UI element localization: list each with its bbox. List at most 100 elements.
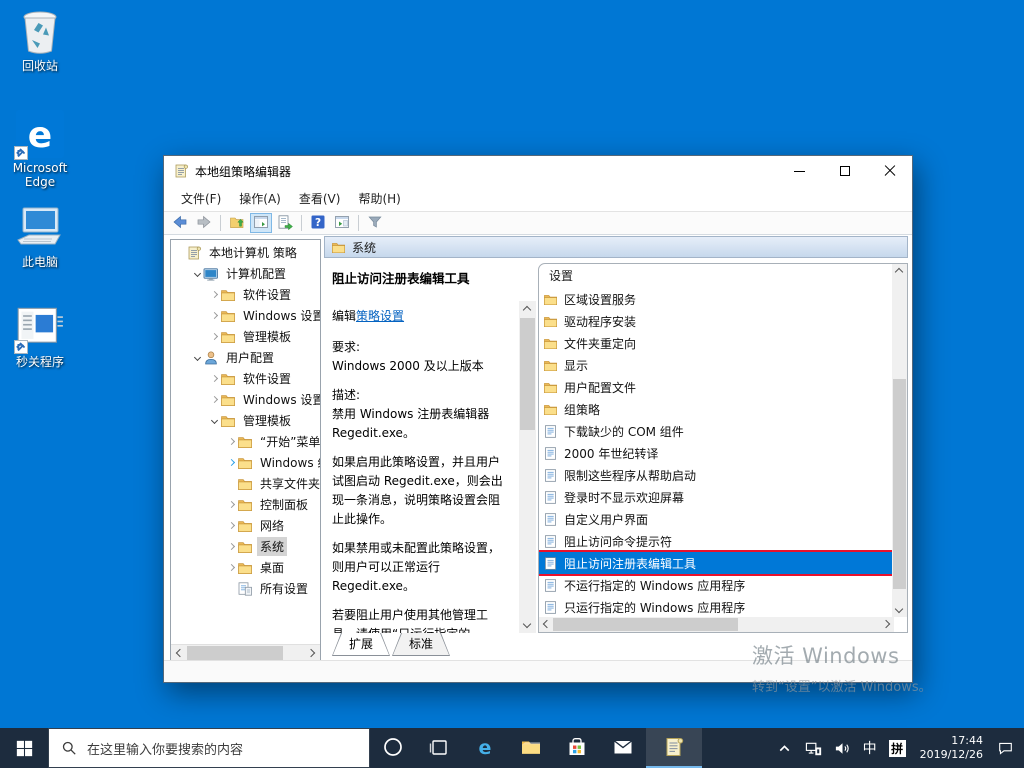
tree-item[interactable]: 软件设置: [171, 368, 320, 389]
cortana-taskbar-button[interactable]: [370, 728, 416, 768]
tree-item[interactable]: 本地计算机 策略: [171, 242, 320, 263]
expander-right-icon[interactable]: [225, 500, 237, 509]
expander-right-icon[interactable]: [208, 311, 220, 320]
microsoft-edge-desktop-icon[interactable]: e Microsoft Edge: [6, 110, 74, 189]
settings-item[interactable]: 区域设置服务: [539, 288, 892, 310]
filter-button[interactable]: [364, 213, 386, 233]
tree-item[interactable]: 网络: [171, 515, 320, 536]
console-tree-button[interactable]: [250, 213, 272, 233]
scroll-down-icon[interactable]: [522, 619, 532, 629]
task-view-taskbar-button[interactable]: [416, 728, 462, 768]
settings-item[interactable]: 组策略: [539, 398, 892, 420]
tab-extended[interactable]: 扩展: [332, 633, 390, 656]
tree-item[interactable]: 所有设置: [171, 578, 320, 599]
ime-language-indicator[interactable]: 中: [857, 728, 883, 768]
expander-right-blue-icon[interactable]: [225, 458, 237, 467]
back-button[interactable]: [169, 213, 191, 233]
folder-up-button[interactable]: [226, 213, 248, 233]
recycle-bin-desktop-icon[interactable]: 回收站: [6, 8, 74, 73]
expander-right-icon[interactable]: [225, 542, 237, 551]
tree-item[interactable]: 控制面板: [171, 494, 320, 515]
tree-item[interactable]: 计算机配置: [171, 263, 320, 284]
tree-item[interactable]: 共享文件夹: [171, 473, 320, 494]
menu-item[interactable]: 帮助(H): [349, 186, 409, 211]
this-pc-desktop-icon[interactable]: 此电脑: [6, 204, 74, 269]
settings-item[interactable]: 文件夹重定向: [539, 332, 892, 354]
tree-item[interactable]: Windows 设置: [171, 305, 320, 326]
tray-overflow-button[interactable]: [770, 728, 799, 768]
scroll-left-icon[interactable]: [542, 619, 552, 629]
description-scrollbar[interactable]: [519, 301, 536, 633]
tree-item[interactable]: 系统: [171, 536, 320, 557]
settings-item[interactable]: 驱动程序安装: [539, 310, 892, 332]
scrollbar-thumb[interactable]: [520, 318, 535, 430]
settings-item[interactable]: 2000 年世纪转译: [539, 442, 892, 464]
settings-item[interactable]: 下载缺少的 COM 组件: [539, 420, 892, 442]
scroll-right-icon[interactable]: [881, 619, 891, 629]
edge-taskbar-button[interactable]: e: [462, 728, 508, 768]
gpedit-taskbar-button[interactable]: [646, 728, 702, 768]
tree-item[interactable]: 软件设置: [171, 284, 320, 305]
new-window-button[interactable]: [331, 213, 353, 233]
scroll-right-icon[interactable]: [306, 648, 316, 658]
network-icon[interactable]: [799, 728, 828, 768]
settings-item-selected[interactable]: 阻止访问注册表编辑工具: [539, 552, 892, 574]
settings-item[interactable]: 用户配置文件: [539, 376, 892, 398]
scrollbar-thumb[interactable]: [893, 379, 906, 589]
scroll-up-icon[interactable]: [522, 305, 532, 315]
menu-item[interactable]: 查看(V): [290, 186, 350, 211]
scroll-left-icon[interactable]: [175, 648, 185, 658]
tree-item[interactable]: Windows 设置: [171, 389, 320, 410]
expander-down-icon[interactable]: [191, 269, 203, 278]
expander-right-icon[interactable]: [225, 563, 237, 572]
scrollbar-thumb[interactable]: [553, 618, 738, 631]
close-button[interactable]: [867, 156, 912, 186]
expander-down-icon[interactable]: [208, 416, 220, 425]
tree-item[interactable]: 用户配置: [171, 347, 320, 368]
settings-item[interactable]: 不运行指定的 Windows 应用程序: [539, 574, 892, 596]
export-list-button[interactable]: [274, 213, 296, 233]
expander-right-icon[interactable]: [208, 395, 220, 404]
tree-item[interactable]: 管理模板: [171, 326, 320, 347]
taskbar-search-box[interactable]: 在这里输入你要搜索的内容: [48, 728, 370, 768]
program-window-desktop-icon[interactable]: 秒关程序: [6, 304, 74, 369]
expander-right-icon[interactable]: [208, 290, 220, 299]
expander-right-icon[interactable]: [208, 332, 220, 341]
settings-item[interactable]: 阻止访问命令提示符: [539, 530, 892, 552]
menu-item[interactable]: 文件(F): [172, 186, 230, 211]
expander-right-icon[interactable]: [208, 374, 220, 383]
settings-item[interactable]: 限制这些程序从帮助启动: [539, 464, 892, 486]
help-button[interactable]: ?: [307, 213, 329, 233]
menu-item[interactable]: 操作(A): [230, 186, 290, 211]
volume-icon[interactable]: [828, 728, 857, 768]
settings-vertical-scrollbar[interactable]: [892, 264, 907, 617]
settings-item[interactable]: 只运行指定的 Windows 应用程序: [539, 596, 892, 617]
tree-item[interactable]: 桌面: [171, 557, 320, 578]
scrollbar-thumb[interactable]: [187, 646, 283, 661]
expander-down-icon[interactable]: [191, 353, 203, 362]
action-center-button[interactable]: [991, 728, 1020, 768]
expander-right-icon[interactable]: [225, 521, 237, 530]
settings-horizontal-scrollbar[interactable]: [539, 617, 894, 632]
taskbar-clock[interactable]: 17:44 2019/12/26: [912, 734, 991, 762]
expander-right-icon[interactable]: [225, 437, 237, 446]
policy-setting-link[interactable]: 策略设置: [356, 309, 404, 323]
store-taskbar-button[interactable]: [554, 728, 600, 768]
start-button[interactable]: [0, 728, 48, 768]
mail-taskbar-button[interactable]: [600, 728, 646, 768]
settings-item[interactable]: 自定义用户界面: [539, 508, 892, 530]
settings-item[interactable]: 显示: [539, 354, 892, 376]
minimize-button[interactable]: [777, 156, 822, 186]
tree-item[interactable]: 管理模板: [171, 410, 320, 431]
file-explorer-taskbar-button[interactable]: [508, 728, 554, 768]
settings-item[interactable]: 登录时不显示欢迎屏幕: [539, 486, 892, 508]
window-titlebar[interactable]: 本地组策略编辑器: [164, 156, 912, 186]
scroll-down-icon[interactable]: [894, 604, 904, 614]
settings-column-header[interactable]: 设置: [539, 264, 907, 288]
forward-button[interactable]: [193, 213, 215, 233]
ime-mode-indicator[interactable]: 拼: [883, 728, 912, 768]
maximize-button[interactable]: [822, 156, 867, 186]
tab-standard[interactable]: 标准: [392, 633, 450, 656]
tree-horizontal-scrollbar[interactable]: [171, 644, 320, 661]
tree-item[interactable]: “开始”菜单和任务栏: [171, 431, 320, 452]
